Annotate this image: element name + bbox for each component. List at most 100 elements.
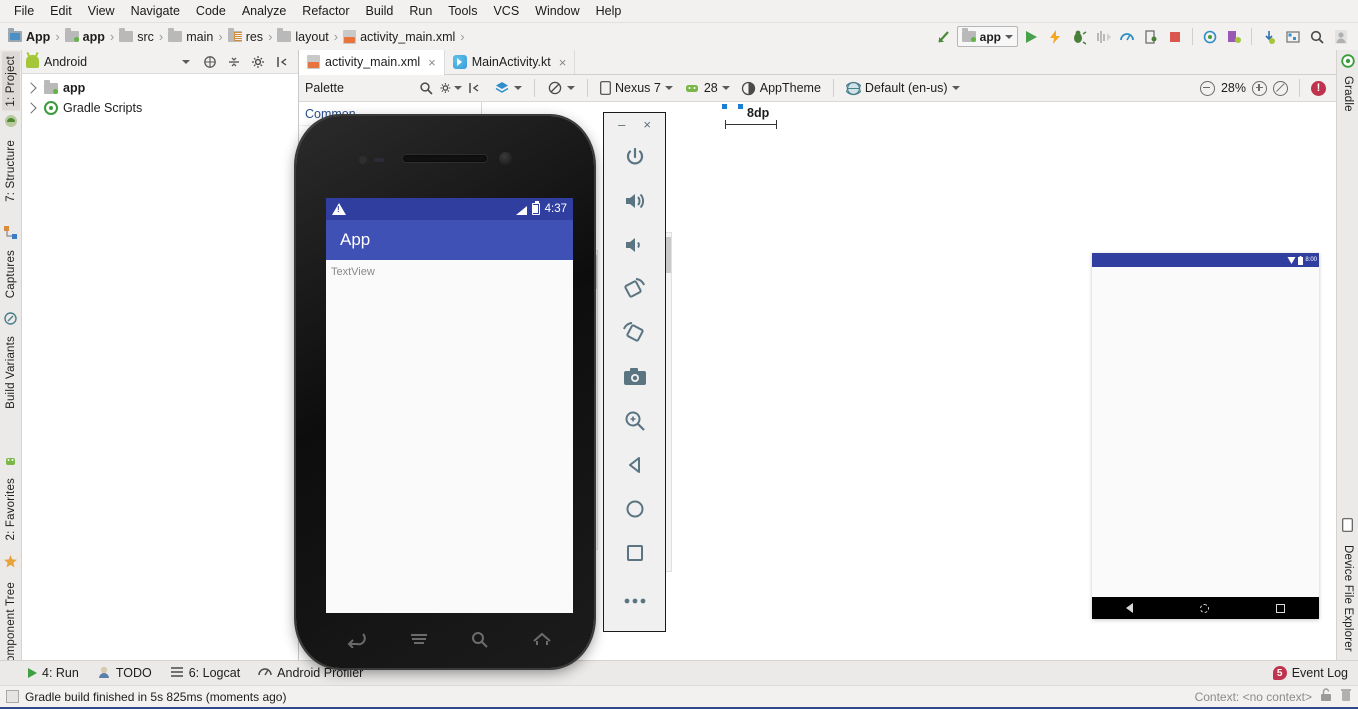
sidebar-item-structure[interactable]: 7: Structure: [2, 136, 20, 206]
breadcrumb-main[interactable]: main: [168, 28, 213, 44]
debug-icon[interactable]: [1068, 26, 1090, 48]
emulator-window[interactable]: 4:37 App TextView: [296, 108, 666, 668]
volume-up-icon[interactable]: [604, 179, 665, 223]
breadcrumb-res[interactable]: res: [227, 28, 263, 44]
chevron-down-icon[interactable]: [182, 59, 190, 64]
tab-main-activity-kt[interactable]: MainActivity.kt ×: [445, 50, 576, 74]
breadcrumb-module[interactable]: app: [64, 28, 105, 44]
menu-help[interactable]: Help: [588, 2, 630, 20]
search-icon[interactable]: [414, 81, 438, 95]
tool-window-logcat[interactable]: 6: Logcat: [170, 666, 240, 681]
run-icon[interactable]: [1020, 26, 1042, 48]
design-toolbar: Palette Nexus 7 28 AppTheme Default (en-…: [299, 75, 1336, 102]
menu-vcs[interactable]: VCS: [485, 2, 527, 20]
expand-all-icon[interactable]: [222, 55, 246, 69]
hide-icon[interactable]: [270, 55, 294, 69]
close-button[interactable]: ×: [643, 117, 651, 132]
preview-status-bar: 8:00: [1092, 253, 1319, 267]
api-level-selector[interactable]: 28: [680, 80, 734, 96]
profiler-icon[interactable]: [1116, 26, 1138, 48]
settings-icon[interactable]: [246, 55, 270, 69]
screenshot-icon[interactable]: [604, 355, 665, 399]
device-selector[interactable]: Nexus 7: [596, 80, 677, 96]
theme-selector[interactable]: AppTheme: [737, 80, 825, 97]
tab-label: activity_main.xml: [325, 55, 421, 69]
run-with-coverage-icon[interactable]: [1092, 26, 1114, 48]
volume-down-icon[interactable]: [604, 223, 665, 267]
tool-window-event-log[interactable]: 5 Event Log: [1272, 666, 1348, 680]
menu-key-icon[interactable]: [408, 630, 430, 651]
zoom-out-icon[interactable]: [1199, 80, 1215, 96]
orientation-selector[interactable]: [543, 79, 579, 97]
menu-refactor[interactable]: Refactor: [294, 2, 357, 20]
menu-run[interactable]: Run: [401, 2, 440, 20]
search-icon[interactable]: [1306, 26, 1328, 48]
sync-gradle-icon[interactable]: [1199, 26, 1221, 48]
tree-item-gradle-scripts[interactable]: Gradle Scripts: [22, 98, 298, 118]
menu-analyze[interactable]: Analyze: [234, 2, 294, 20]
back-icon[interactable]: [604, 443, 665, 487]
sidebar-item-device-file-explorer[interactable]: Device File Explorer: [1339, 541, 1357, 656]
sidebar-item-captures[interactable]: Captures: [2, 246, 20, 302]
project-structure-icon[interactable]: [1282, 26, 1304, 48]
back-key-icon[interactable]: [346, 630, 368, 651]
breadcrumb-layout[interactable]: layout: [277, 28, 329, 44]
sidebar-item-favorites[interactable]: 2: Favorites: [2, 474, 20, 544]
lock-icon[interactable]: [1320, 688, 1332, 705]
rotate-left-icon[interactable]: [604, 267, 665, 311]
search-key-icon[interactable]: [469, 630, 491, 651]
view-mode-selector[interactable]: [490, 79, 526, 97]
breadcrumb-src[interactable]: src: [119, 28, 154, 44]
rotate-right-icon[interactable]: [604, 311, 665, 355]
collapse-all-icon[interactable]: [198, 55, 222, 69]
project-view-selector[interactable]: Android: [44, 55, 182, 69]
close-icon[interactable]: ×: [428, 55, 436, 70]
home-key-icon[interactable]: [531, 630, 553, 651]
breadcrumb-app[interactable]: App: [8, 28, 50, 44]
zoom-fit-icon[interactable]: [1273, 80, 1288, 96]
menu-navigate[interactable]: Navigate: [123, 2, 188, 20]
run-configuration-selector[interactable]: app: [956, 26, 1018, 47]
theme-label: AppTheme: [759, 81, 821, 95]
home-icon[interactable]: [604, 487, 665, 531]
close-icon[interactable]: ×: [559, 55, 567, 70]
menu-code[interactable]: Code: [188, 2, 234, 20]
overview-icon[interactable]: [604, 531, 665, 575]
minimize-button[interactable]: –: [618, 117, 625, 132]
more-icon[interactable]: [604, 579, 665, 623]
sdk-manager-icon[interactable]: [1258, 26, 1280, 48]
apply-changes-icon[interactable]: [1044, 26, 1066, 48]
power-icon[interactable]: [604, 135, 665, 179]
menu-view[interactable]: View: [80, 2, 123, 20]
hide-icon[interactable]: [462, 81, 486, 95]
settings-icon[interactable]: [438, 81, 462, 95]
menu-file[interactable]: File: [6, 2, 42, 20]
memory-icon[interactable]: [1340, 688, 1352, 705]
tab-activity-main-xml[interactable]: activity_main.xml ×: [299, 50, 445, 75]
attach-debugger-icon[interactable]: [1140, 26, 1162, 48]
layout-preview-surface[interactable]: 8:00: [1092, 253, 1319, 619]
locale-selector[interactable]: Default (en-us): [842, 80, 964, 97]
menu-edit[interactable]: Edit: [42, 2, 80, 20]
chevron-right-icon[interactable]: [25, 82, 37, 94]
user-icon[interactable]: [1330, 26, 1352, 48]
tool-window-run[interactable]: 4: Run: [28, 666, 79, 680]
breadcrumb-file[interactable]: activity_main.xml: [343, 29, 455, 44]
stop-icon[interactable]: [1164, 26, 1186, 48]
sidebar-item-build-variants[interactable]: Build Variants: [2, 332, 20, 413]
avd-manager-icon[interactable]: [1223, 26, 1245, 48]
menu-build[interactable]: Build: [358, 2, 402, 20]
chevron-right-icon[interactable]: [25, 102, 37, 114]
sidebar-item-gradle[interactable]: Gradle: [1339, 72, 1357, 116]
tool-window-todo[interactable]: TODO: [97, 665, 152, 682]
emulator-screen[interactable]: 4:37 App TextView: [326, 198, 573, 613]
tree-item-app[interactable]: app: [22, 78, 298, 98]
zoom-icon[interactable]: [604, 399, 665, 443]
structure-icon: [4, 226, 17, 239]
menu-window[interactable]: Window: [527, 2, 587, 20]
menu-tools[interactable]: Tools: [440, 2, 485, 20]
sidebar-item-project[interactable]: 1: Project: [2, 52, 20, 111]
error-badge-icon[interactable]: !: [1311, 80, 1326, 96]
back-arrow-icon[interactable]: [933, 26, 955, 48]
zoom-in-icon[interactable]: [1252, 80, 1267, 96]
